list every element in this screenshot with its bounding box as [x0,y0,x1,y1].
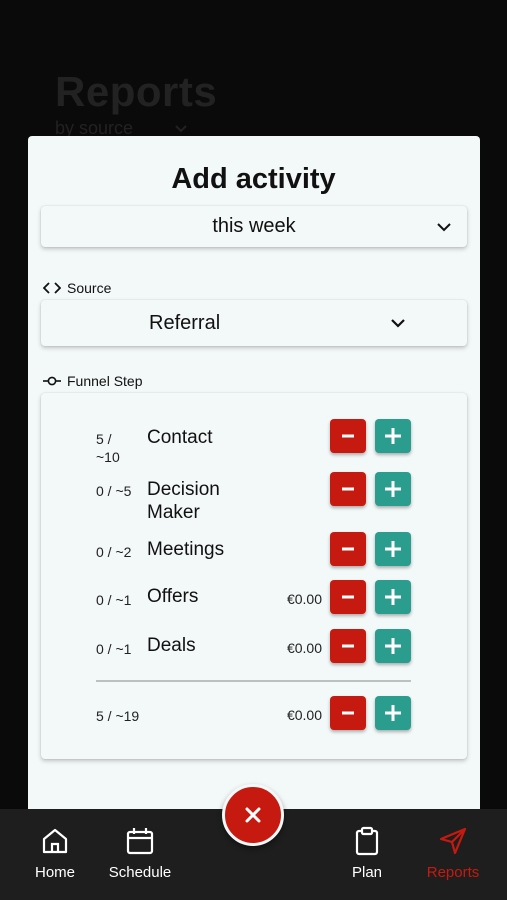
source-label-text: Source [67,280,112,296]
total-count: 5 / ~19 [96,708,140,724]
funnel-section-label: Funnel Step [43,373,143,389]
meetings-increment-button[interactable] [375,532,411,566]
modal-title: Add activity [171,163,336,195]
period-select-value: this week [212,215,296,237]
minus-icon [342,434,354,438]
minus-icon [342,487,354,491]
period-select[interactable]: this week [41,206,467,247]
plus-icon [385,541,401,557]
meetings-name: Meetings [147,539,225,560]
deals-name: Deals [147,635,196,656]
background-page-title: Reports [55,68,218,115]
code-icon [43,282,61,294]
chevron-down-icon [175,124,187,132]
nav-reports[interactable]: Reports [408,826,498,881]
contact-decrement-button[interactable] [330,419,366,453]
offers-decrement-button[interactable] [330,580,366,614]
nav-plan-label: Plan [351,864,383,881]
funnel-divider [96,680,411,682]
calendar-icon [126,828,154,855]
minus-icon [342,711,354,715]
funnel-label-text: Funnel Step [67,373,143,389]
decision-maker-count: 0 / ~5 [96,483,132,499]
offers-name: Offers [147,586,199,607]
total-decrement-button[interactable] [330,696,366,730]
plus-icon [385,481,401,497]
nav-schedule[interactable]: Schedule [95,826,185,881]
source-section-label: Source [43,280,111,296]
nav-home-label: Home [34,864,75,881]
decision-maker-increment-button[interactable] [375,472,411,506]
contact-increment-button[interactable] [375,419,411,453]
nav-plan[interactable]: Plan [322,826,412,881]
decision-maker-name: Decision Maker [147,479,220,523]
offers-increment-button[interactable] [375,580,411,614]
meetings-count: 0 / ~2 [96,544,132,560]
minus-icon [342,547,354,551]
clipboard-icon [355,826,379,856]
deals-amount: €0.00 [286,640,322,656]
deals-increment-button[interactable] [375,629,411,663]
decision-maker-decrement-button[interactable] [330,472,366,506]
chevron-down-icon [437,223,451,232]
commit-icon [43,376,61,386]
total-amount: €0.00 [286,707,322,723]
chevron-down-icon [391,319,405,328]
deals-count: 0 / ~1 [96,641,132,657]
send-icon [439,827,467,855]
plus-icon [385,589,401,605]
offers-count: 0 / ~1 [96,592,132,608]
nav-home[interactable]: Home [10,826,100,881]
offers-amount: €0.00 [286,591,322,607]
home-icon [42,828,68,854]
nav-reports-label: Reports [426,864,480,881]
nav-schedule-label: Schedule [108,864,172,881]
total-increment-button[interactable] [375,696,411,730]
source-select[interactable]: Referral [41,300,467,346]
deals-decrement-button[interactable] [330,629,366,663]
plus-icon [385,638,401,654]
meetings-decrement-button[interactable] [330,532,366,566]
contact-name: Contact [147,427,213,448]
plus-icon [385,705,401,721]
close-modal-button[interactable] [222,784,284,846]
contact-count: 5 / ~10 [96,431,120,465]
plus-icon [385,428,401,444]
minus-icon [342,644,354,648]
close-icon [245,807,261,823]
minus-icon [342,595,354,599]
